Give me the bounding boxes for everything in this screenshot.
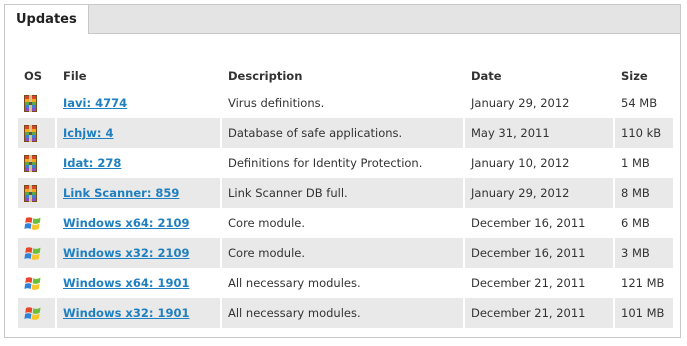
column-header-file: File: [56, 63, 222, 88]
date-cell: January 29, 2012: [464, 178, 615, 208]
date-cell: December 16, 2011: [464, 208, 615, 238]
file-cell: Ichjw: 4: [56, 118, 222, 148]
file-download-link[interactable]: Windows x32: 2109: [63, 246, 189, 260]
os-cell: [18, 208, 57, 238]
date-cell: May 31, 2011: [464, 118, 615, 148]
windows-icon: [24, 215, 42, 232]
file-download-link[interactable]: Ichjw: 4: [63, 126, 113, 140]
archive-icon: [24, 184, 37, 202]
date-cell: January 29, 2012: [464, 88, 615, 118]
date-cell: December 21, 2011: [464, 268, 615, 298]
windows-icon: [24, 275, 42, 292]
description-cell: Core module.: [221, 238, 465, 268]
updates-table: OS File Description Date Size Iavi: 4774…: [18, 63, 673, 328]
date-cell: January 10, 2012: [464, 148, 615, 178]
tab-updates[interactable]: Updates: [4, 4, 89, 34]
table-row: Link Scanner: 859 Link Scanner DB full. Ja…: [18, 178, 673, 208]
description-cell: All necessary modules.: [221, 298, 465, 328]
description-cell: All necessary modules.: [221, 268, 465, 298]
file-cell: Windows x32: 1901: [56, 298, 222, 328]
column-header-size: Size: [621, 68, 648, 83]
file-cell: Link Scanner: 859: [56, 178, 222, 208]
table-row: Windows x32: 2109 Core module. December 16…: [18, 238, 673, 268]
description-cell: Link Scanner DB full.: [221, 178, 465, 208]
description-cell: Virus definitions.: [221, 88, 465, 118]
os-cell: [18, 298, 57, 328]
archive-icon: [24, 154, 37, 172]
size-cell: 8 MB: [614, 178, 673, 208]
file-download-link[interactable]: Link Scanner: 859: [63, 186, 179, 200]
size-cell: 110 kB: [614, 118, 673, 148]
os-cell: [18, 148, 57, 178]
size-cell: 1 MB: [621, 156, 650, 170]
column-header-os: OS: [18, 63, 57, 88]
file-download-link[interactable]: Windows x64: 2109: [63, 216, 189, 230]
size-cell: 6 MB: [621, 216, 650, 230]
file-download-link[interactable]: Iavi: 4774: [63, 96, 127, 110]
table-row: Windows x32: 1901 All necessary modules. D…: [18, 298, 673, 328]
description-cell: Database of safe applications.: [221, 118, 465, 148]
size-cell: 121 MB: [621, 276, 665, 290]
file-cell: Iavi: 4774: [56, 88, 222, 118]
os-cell: [18, 238, 57, 268]
table-row: Ichjw: 4 Database of safe applications. Ma…: [18, 118, 673, 148]
updates-panel: Updates OS File Description Date Size Ia…: [4, 4, 681, 338]
file-cell: Windows x32: 2109: [56, 238, 222, 268]
os-cell: [18, 178, 57, 208]
os-cell: [18, 88, 57, 118]
table-header-row: OS File Description Date Size: [18, 63, 673, 88]
size-cell: 54 MB: [621, 96, 658, 110]
size-cell: 101 MB: [614, 298, 673, 328]
archive-icon: [24, 94, 37, 112]
table-row: Windows x64: 2109 Core module. December 16…: [18, 208, 673, 238]
windows-icon: [24, 305, 42, 322]
os-cell: [18, 118, 57, 148]
file-download-link[interactable]: Windows x64: 1901: [63, 276, 189, 290]
file-cell: Windows x64: 1901: [56, 268, 222, 298]
windows-icon: [24, 245, 42, 262]
description-cell: Core module.: [221, 208, 465, 238]
os-cell: [18, 268, 57, 298]
file-download-link[interactable]: Idat: 278: [63, 156, 121, 170]
file-download-link[interactable]: Windows x32: 1901: [63, 306, 189, 320]
date-cell: December 16, 2011: [464, 238, 615, 268]
archive-icon: [24, 124, 37, 142]
table-row: Iavi: 4774 Virus definitions. January 29, …: [18, 88, 673, 118]
file-cell: Idat: 278: [56, 148, 222, 178]
size-cell: 3 MB: [614, 238, 673, 268]
tab-bar: Updates: [4, 4, 680, 34]
column-header-description: Description: [221, 63, 465, 88]
date-cell: December 21, 2011: [464, 298, 615, 328]
description-cell: Definitions for Identity Protection.: [221, 148, 465, 178]
table-row: Windows x64: 1901 All necessary modules. D…: [18, 268, 673, 298]
column-header-date: Date: [464, 63, 615, 88]
table-row: Idat: 278 Definitions for Identity Protec…: [18, 148, 673, 178]
file-cell: Windows x64: 2109: [56, 208, 222, 238]
